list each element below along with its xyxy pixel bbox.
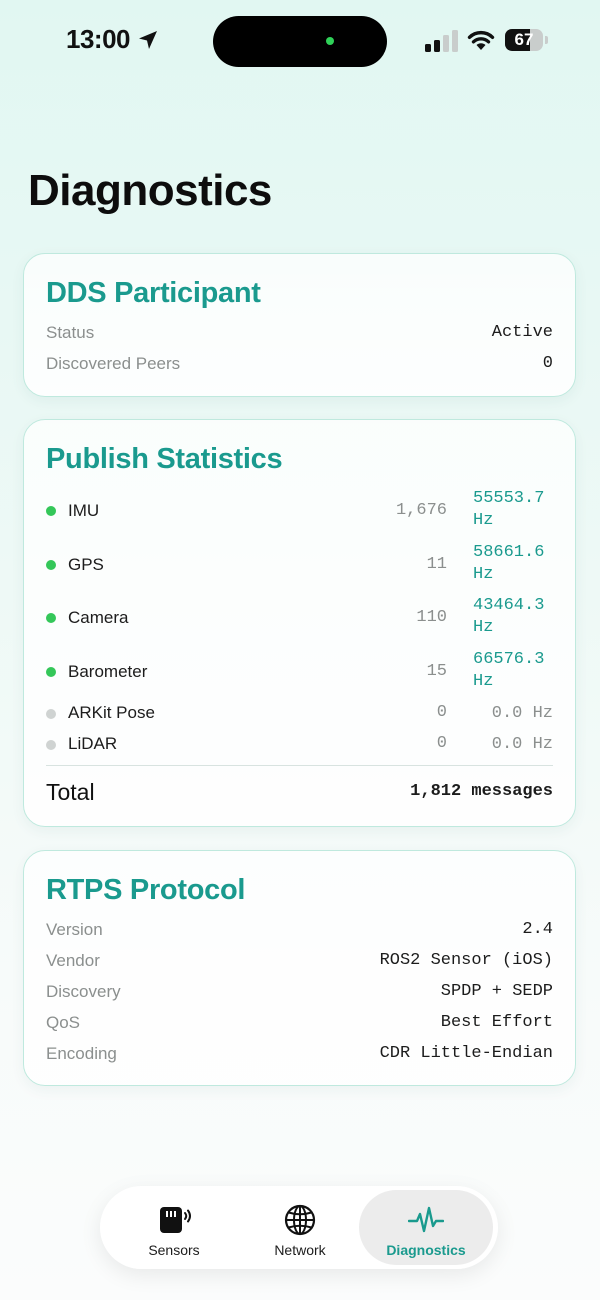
battery-icon: 67	[505, 29, 549, 51]
stat-count: 0	[436, 734, 447, 753]
rtps-vendor-label: Vendor	[46, 951, 100, 970]
dds-status-value: Active	[491, 323, 553, 342]
dds-peers-value: 0	[542, 354, 553, 373]
dds-status-row: Status Active	[46, 323, 553, 347]
status-dot	[46, 709, 56, 719]
status-dot	[46, 740, 56, 750]
dynamic-island	[213, 16, 387, 67]
rtps-card-title: RTPS Protocol	[46, 874, 246, 906]
dds-peers-label: Discovered Peers	[46, 354, 181, 373]
tab-diagnostics[interactable]: Diagnostics	[359, 1190, 493, 1265]
total-value: 1,812 messages	[410, 782, 553, 801]
rtps-discovery-value: SPDP + SEDP	[440, 982, 553, 1001]
sensor-icon	[160, 1207, 191, 1233]
rtps-discovery-row: Discovery SPDP + SEDP	[46, 982, 553, 1006]
stat-rate: 0.0 Hz	[491, 704, 553, 723]
rtps-version-value: 2.4	[522, 920, 553, 939]
status-dot	[46, 560, 56, 570]
total-divider	[46, 765, 553, 766]
rtps-discovery-label: Discovery	[46, 982, 121, 1001]
rtps-vendor-value: ROS2 Sensor (iOS)	[379, 951, 553, 970]
tab-sensors[interactable]: Sensors	[107, 1190, 241, 1265]
status-dot	[46, 506, 56, 516]
rtps-version-label: Version	[46, 920, 103, 939]
page-title: Diagnostics	[28, 166, 272, 215]
stat-count: 15	[426, 662, 447, 681]
island-indicator-dot	[326, 37, 334, 45]
rtps-encoding-label: Encoding	[46, 1044, 117, 1063]
cellular-signal-icon	[425, 30, 458, 52]
stat-rate: 43464.3 Hz	[473, 596, 545, 637]
waveform-icon	[408, 1206, 444, 1233]
battery-level: 67	[514, 30, 534, 49]
stat-name: IMU	[68, 501, 100, 520]
dds-card-title: DDS Participant	[46, 277, 261, 309]
dds-participant-card: DDS Participant Status Active Discovered…	[23, 253, 576, 397]
publish-card-title: Publish Statistics	[46, 443, 283, 475]
rtps-protocol-card: RTPS Protocol Version 2.4 Vendor ROS2 Se…	[23, 850, 576, 1086]
tab-label: Network	[274, 1242, 326, 1258]
location-arrow-icon	[139, 31, 157, 49]
publish-statistics-card: Publish Statistics IMU 1,676 55553.7 Hz …	[23, 419, 576, 827]
status-dot	[46, 667, 56, 677]
stat-name: ARKit Pose	[68, 703, 155, 722]
rtps-qos-label: QoS	[46, 1013, 81, 1032]
status-time: 13:00	[66, 24, 131, 54]
rtps-encoding-value: CDR Little-Endian	[379, 1044, 553, 1063]
tab-label: Diagnostics	[386, 1242, 466, 1258]
status-dot	[46, 613, 56, 623]
stat-count: 0	[436, 703, 447, 722]
stat-name: Camera	[68, 608, 129, 627]
stat-rate: 0.0 Hz	[491, 735, 553, 754]
stat-rate: 55553.7 Hz	[473, 489, 545, 530]
stat-count: 11	[426, 555, 447, 574]
rtps-vendor-row: Vendor ROS2 Sensor (iOS)	[46, 951, 553, 975]
tab-bar: Sensors Network Diagnostics	[100, 1186, 498, 1269]
stat-rate: 58661.6 Hz	[473, 543, 545, 584]
globe-icon	[284, 1204, 316, 1236]
rtps-encoding-row: Encoding CDR Little-Endian	[46, 1044, 553, 1068]
total-label: Total	[46, 779, 95, 805]
tab-label: Sensors	[148, 1242, 200, 1258]
rtps-qos-row: QoS Best Effort	[46, 1013, 553, 1037]
tab-network[interactable]: Network	[233, 1190, 367, 1265]
stat-count: 110	[416, 608, 447, 627]
status-bar: 13:00 67	[0, 0, 600, 80]
rtps-qos-value: Best Effort	[440, 1013, 553, 1032]
stat-name: GPS	[68, 555, 104, 574]
stat-name: Barometer	[68, 662, 148, 681]
stat-rate: 66576.3 Hz	[473, 650, 545, 691]
dds-peers-row: Discovered Peers 0	[46, 354, 553, 378]
wifi-icon	[467, 30, 495, 50]
stat-name: LiDAR	[68, 734, 118, 753]
stat-count: 1,676	[395, 501, 447, 520]
rtps-version-row: Version 2.4	[46, 920, 553, 944]
dds-status-label: Status	[46, 323, 95, 342]
